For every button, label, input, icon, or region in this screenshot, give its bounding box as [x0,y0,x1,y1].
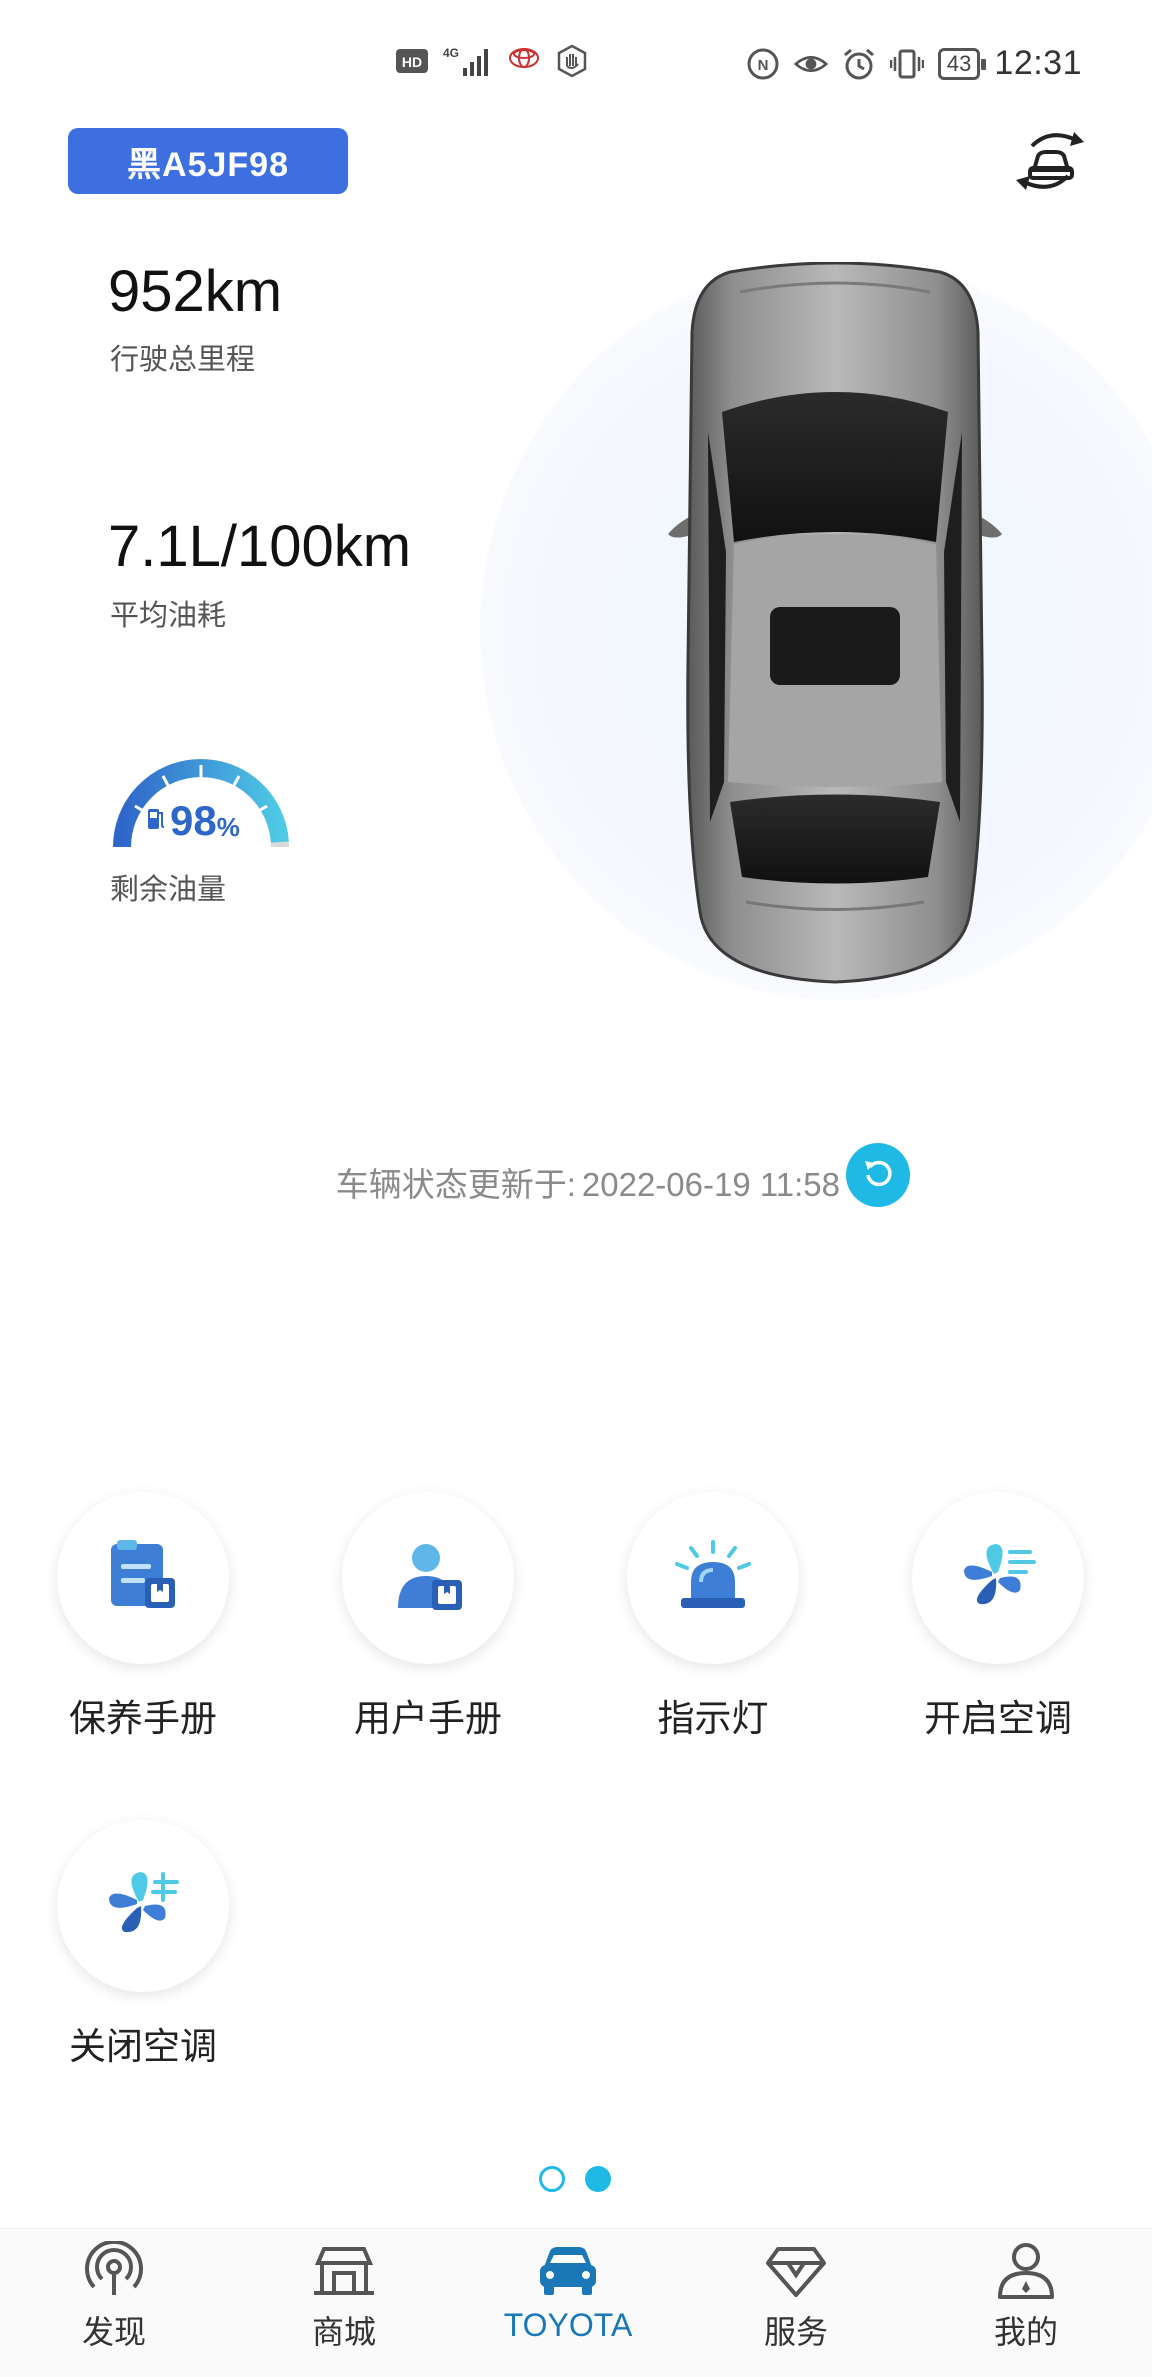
nav-item-profile[interactable]: 我的 [946,2239,1106,2353]
profile-icon [994,2239,1058,2303]
car-icon [536,2239,600,2303]
mileage-value: 952km [108,259,283,324]
bottom-nav: 发现 商城 TOYOTA 服务 我的 [0,2228,1152,2377]
toyota-logo-icon [507,44,541,78]
nav-item-shop[interactable]: 商城 [264,2239,424,2353]
nav-label: 我的 [993,2314,1058,2350]
eye-icon [793,47,828,81]
battery-indicator: 43 [937,47,987,80]
nav-item-discover[interactable]: 发现 [34,2239,194,2353]
fuel-pump-icon [146,805,166,836]
fuel-consumption-value: 7.1L/100km [108,514,412,579]
function-indicator-light[interactable]: 指示灯 [613,1492,813,1742]
vehicle-status-update: 车辆状态更新于: 2022-06-19 11:58 [0,1158,840,1206]
update-timestamp: 2022-06-19 11:58 [581,1166,840,1203]
function-label: 指示灯 [657,1698,769,1739]
svg-text:4G: 4G [443,46,459,60]
ac-off-button[interactable] [57,1820,229,1992]
function-label: 关闭空调 [69,2026,217,2067]
hand-icon [555,44,589,78]
mileage-label: 行驶总里程 [110,344,256,376]
shop-icon [312,2239,376,2303]
nav-label: TOYOTA [503,2307,633,2343]
refresh-icon [860,1155,896,1196]
function-ac-off[interactable]: 关闭空调 [43,1820,243,2070]
nav-label: 服务 [763,2314,828,2350]
function-label: 保养手册 [69,1698,217,1739]
signal-4g-icon: 4G [443,44,493,78]
svg-text:N: N [758,57,769,74]
fuel-level-unit: % [216,812,240,842]
user-manual-button[interactable] [342,1492,514,1664]
indicator-light-icon [673,1538,753,1619]
nav-item-toyota[interactable]: TOYOTA [488,2239,648,2344]
nfc-icon: N [746,47,780,81]
status-time: 12:31 [994,44,1082,82]
ac-on-icon [958,1538,1038,1619]
switch-vehicle-icon[interactable] [1010,124,1090,198]
function-maintenance-manual[interactable]: 保养手册 [43,1492,243,1742]
update-label: 车辆状态更新于: [335,1166,576,1203]
hd-icon: HD [395,44,429,78]
status-left-icons: HD 4G [395,44,589,78]
user-manual-icon [390,1538,466,1619]
svg-text:HD: HD [402,54,422,70]
fuel-level-label: 剩余油量 [110,874,227,906]
function-ac-on[interactable]: 开启空调 [898,1492,1098,1742]
indicator-light-button[interactable] [627,1492,799,1664]
page-dot-2[interactable] [585,2166,611,2192]
car-top-view-image[interactable] [660,261,1010,992]
ac-on-button[interactable] [912,1492,1084,1664]
nav-label: 发现 [81,2314,146,2350]
fuel-level-value: 98 [170,797,217,844]
function-label: 用户手册 [354,1698,502,1739]
diamond-icon [764,2239,828,2303]
fuel-level-readout: 98 % [146,800,240,842]
status-right-icons: N 43 12:31 [746,44,1082,83]
function-user-manual[interactable]: 用户手册 [328,1492,528,1742]
alarm-icon [842,47,876,81]
nav-label: 商城 [311,2314,376,2350]
function-label: 开启空调 [924,1698,1072,1739]
license-plate-badge[interactable]: 黑A5JF98 [68,128,348,194]
fuel-consumption-label: 平均油耗 [110,600,227,632]
maintenance-manual-icon [105,1538,181,1619]
discover-icon [82,2239,146,2303]
vibrate-icon [889,47,924,81]
page-dot-1[interactable] [539,2166,565,2192]
status-bar: HD 4G N 43 12:31 [0,0,1152,110]
refresh-button[interactable] [846,1143,910,1207]
nav-item-service[interactable]: 服务 [716,2239,876,2353]
ac-off-icon [103,1866,183,1947]
maintenance-manual-button[interactable] [57,1492,229,1664]
